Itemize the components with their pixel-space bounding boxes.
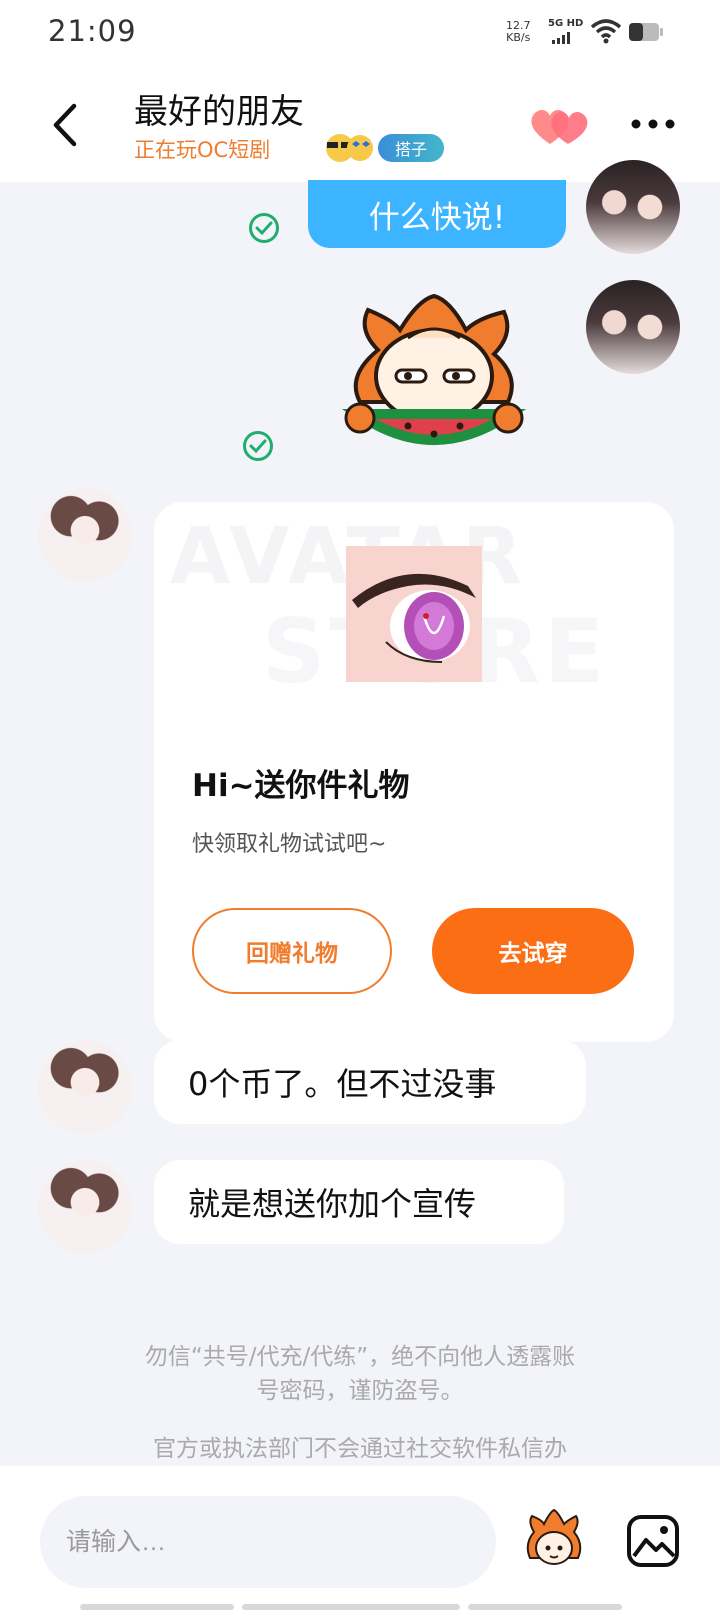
hearts-icon[interactable] <box>528 104 592 148</box>
gift-preview-image[interactable] <box>346 546 482 682</box>
battery-icon <box>629 23 663 41</box>
incoming-message-bubble[interactable]: 0个币了。但不过没事 <box>154 1040 586 1124</box>
gift-card-title: Hi~送你件礼物 <box>192 768 410 804</box>
friend-avatar[interactable] <box>38 1160 132 1254</box>
notice-line: 号密码，谨防盗号。 <box>256 1378 464 1404</box>
sticker-mascot-icon[interactable] <box>524 1508 584 1572</box>
try-on-button[interactable]: 去试穿 <box>432 908 634 994</box>
wifi-icon <box>590 19 622 44</box>
outgoing-message-bubble[interactable]: 什么快说! <box>308 180 566 248</box>
friend-avatar[interactable] <box>38 1040 132 1134</box>
read-check-icon <box>249 213 279 243</box>
signal-icon <box>552 32 570 44</box>
eye-icon <box>352 573 476 663</box>
status-time: 21:09 <box>48 14 137 48</box>
my-avatar[interactable] <box>586 280 680 374</box>
network-type: 5G HD <box>548 18 584 29</box>
gesture-bar <box>80 1604 234 1610</box>
notice-line: 勿信“共号/代充/代练”，绝不向他人透露账 <box>144 1344 576 1370</box>
more-icon[interactable] <box>630 112 676 136</box>
gift-card-subtitle: 快领取礼物试试吧~ <box>192 832 387 857</box>
relationship-tag: 搭子 <box>378 134 444 162</box>
gesture-bar <box>242 1604 460 1610</box>
emoji-pair-icon <box>326 134 373 162</box>
incoming-message-bubble[interactable]: 就是想送你加个宣传 <box>154 1160 564 1244</box>
net-speed: 12.7 KB/s <box>506 20 531 44</box>
net-speed-unit: KB/s <box>506 31 531 44</box>
friend-avatar[interactable] <box>38 488 132 582</box>
my-avatar[interactable] <box>586 160 680 254</box>
activity-status: 正在玩OC短剧 <box>134 138 271 162</box>
gesture-bar <box>468 1604 622 1610</box>
notice-line: 官方或执法部门不会通过社交软件私信办 <box>153 1436 567 1462</box>
message-input[interactable] <box>40 1496 496 1588</box>
sticker-watermelon-mascot[interactable] <box>338 290 530 468</box>
security-notice: 勿信“共号/代充/代练”，绝不向他人透露账 号密码，谨防盗号。 官方或执法部门不… <box>60 1340 660 1466</box>
return-gift-button[interactable]: 回赠礼物 <box>192 908 392 994</box>
back-arrow-icon[interactable] <box>48 100 82 150</box>
chat-title[interactable]: 最好的朋友 <box>134 84 304 133</box>
read-check-icon <box>243 431 273 461</box>
image-picker-icon[interactable] <box>626 1514 680 1568</box>
